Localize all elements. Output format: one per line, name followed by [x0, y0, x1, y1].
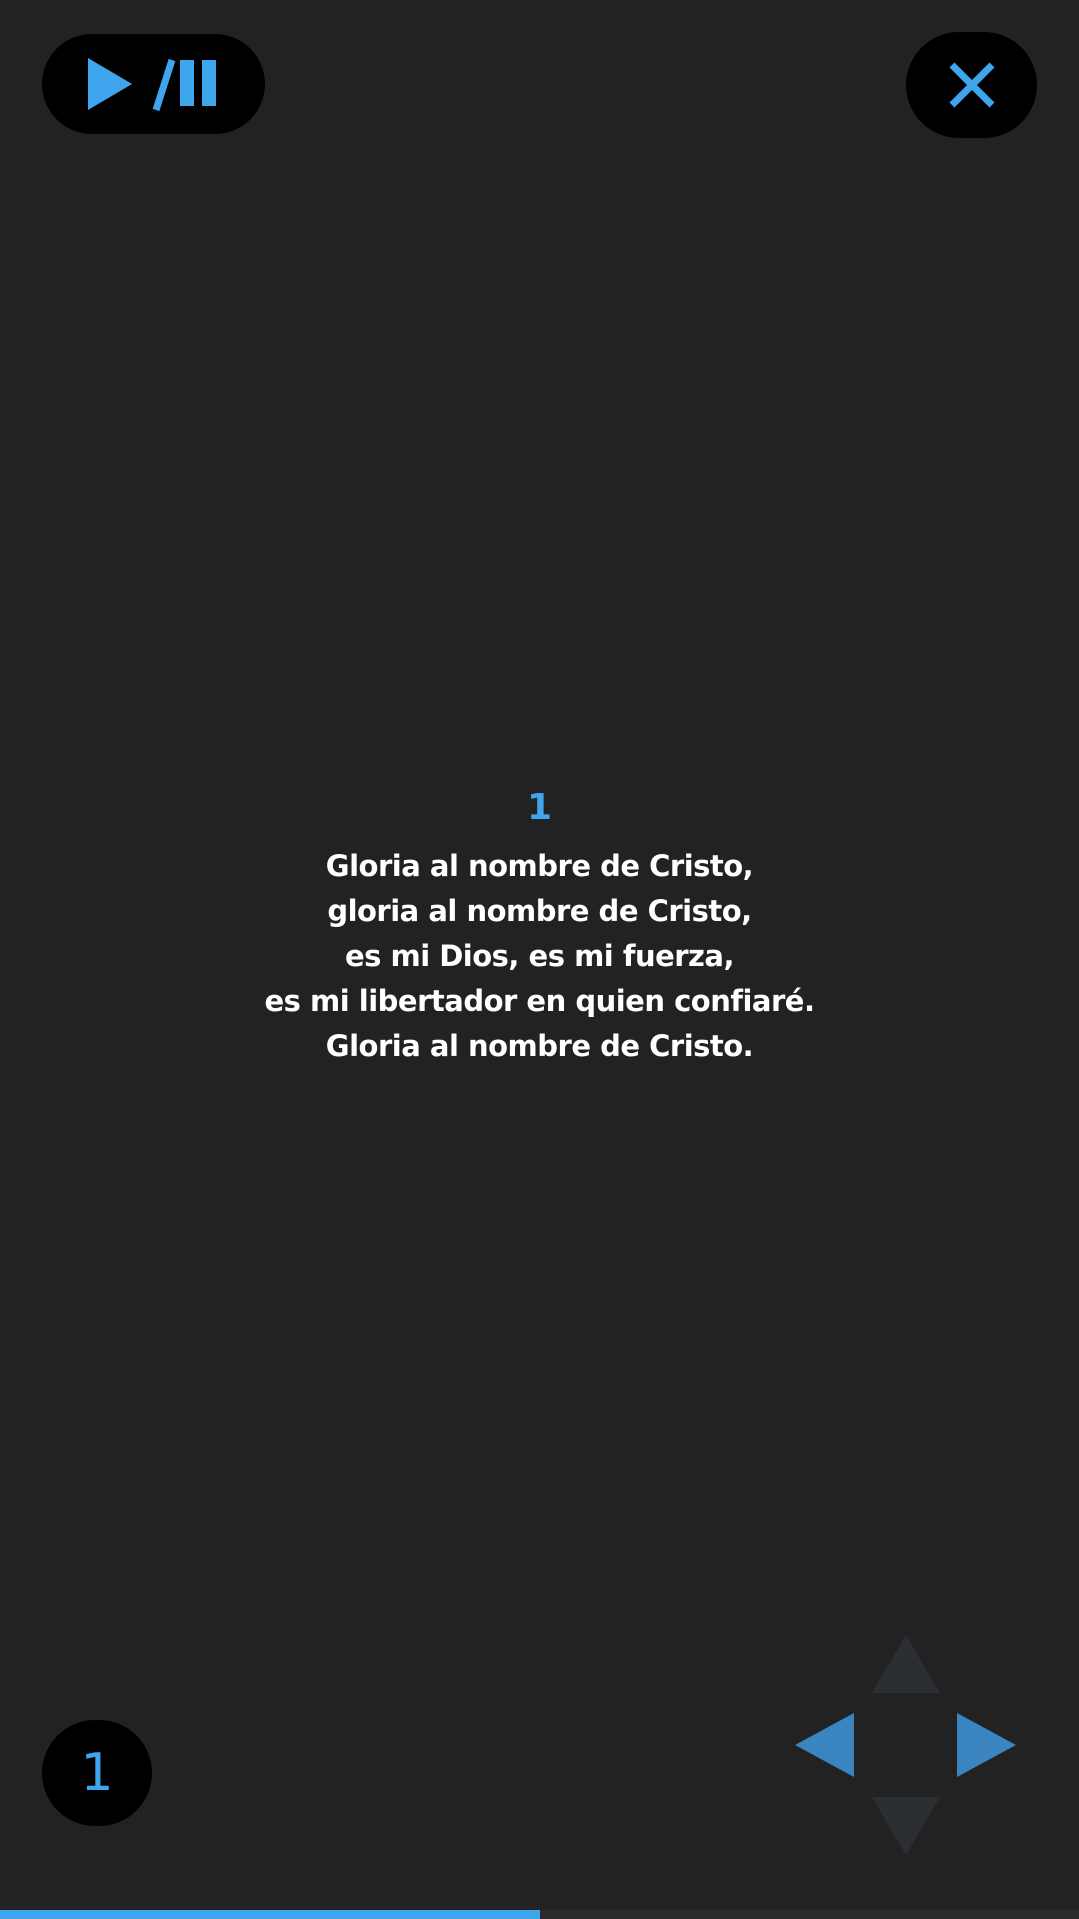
nav-left-arrow-icon[interactable] [795, 1713, 854, 1777]
presentation-screen: 1 Gloria al nombre de Cristo, gloria al … [0, 0, 1079, 1919]
verse-content: 1 Gloria al nombre de Cristo, gloria al … [0, 780, 1079, 1069]
nav-up-arrow-icon[interactable] [872, 1635, 940, 1693]
verse-selector-button[interactable]: 1 [42, 1720, 152, 1826]
lyric-line: es mi Dios, es mi fuerza, [344, 939, 735, 973]
nav-down-arrow-icon[interactable] [872, 1797, 940, 1855]
progress-fill [0, 1910, 540, 1919]
lyric-line: Gloria al nombre de Cristo. [325, 1029, 754, 1063]
play-pause-icon [87, 58, 216, 112]
close-button[interactable] [906, 32, 1037, 138]
lyric-line: Gloria al nombre de Cristo, [325, 849, 754, 883]
lyric-line: gloria al nombre de Cristo, [327, 894, 752, 928]
close-icon [949, 62, 994, 108]
play-pause-button[interactable] [42, 34, 265, 134]
progress-bar [0, 1910, 1079, 1919]
lyric-line: es mi libertador en quien confiaré. [264, 984, 815, 1018]
verse-number: 1 [526, 787, 553, 828]
nav-right-arrow-icon[interactable] [957, 1713, 1016, 1777]
